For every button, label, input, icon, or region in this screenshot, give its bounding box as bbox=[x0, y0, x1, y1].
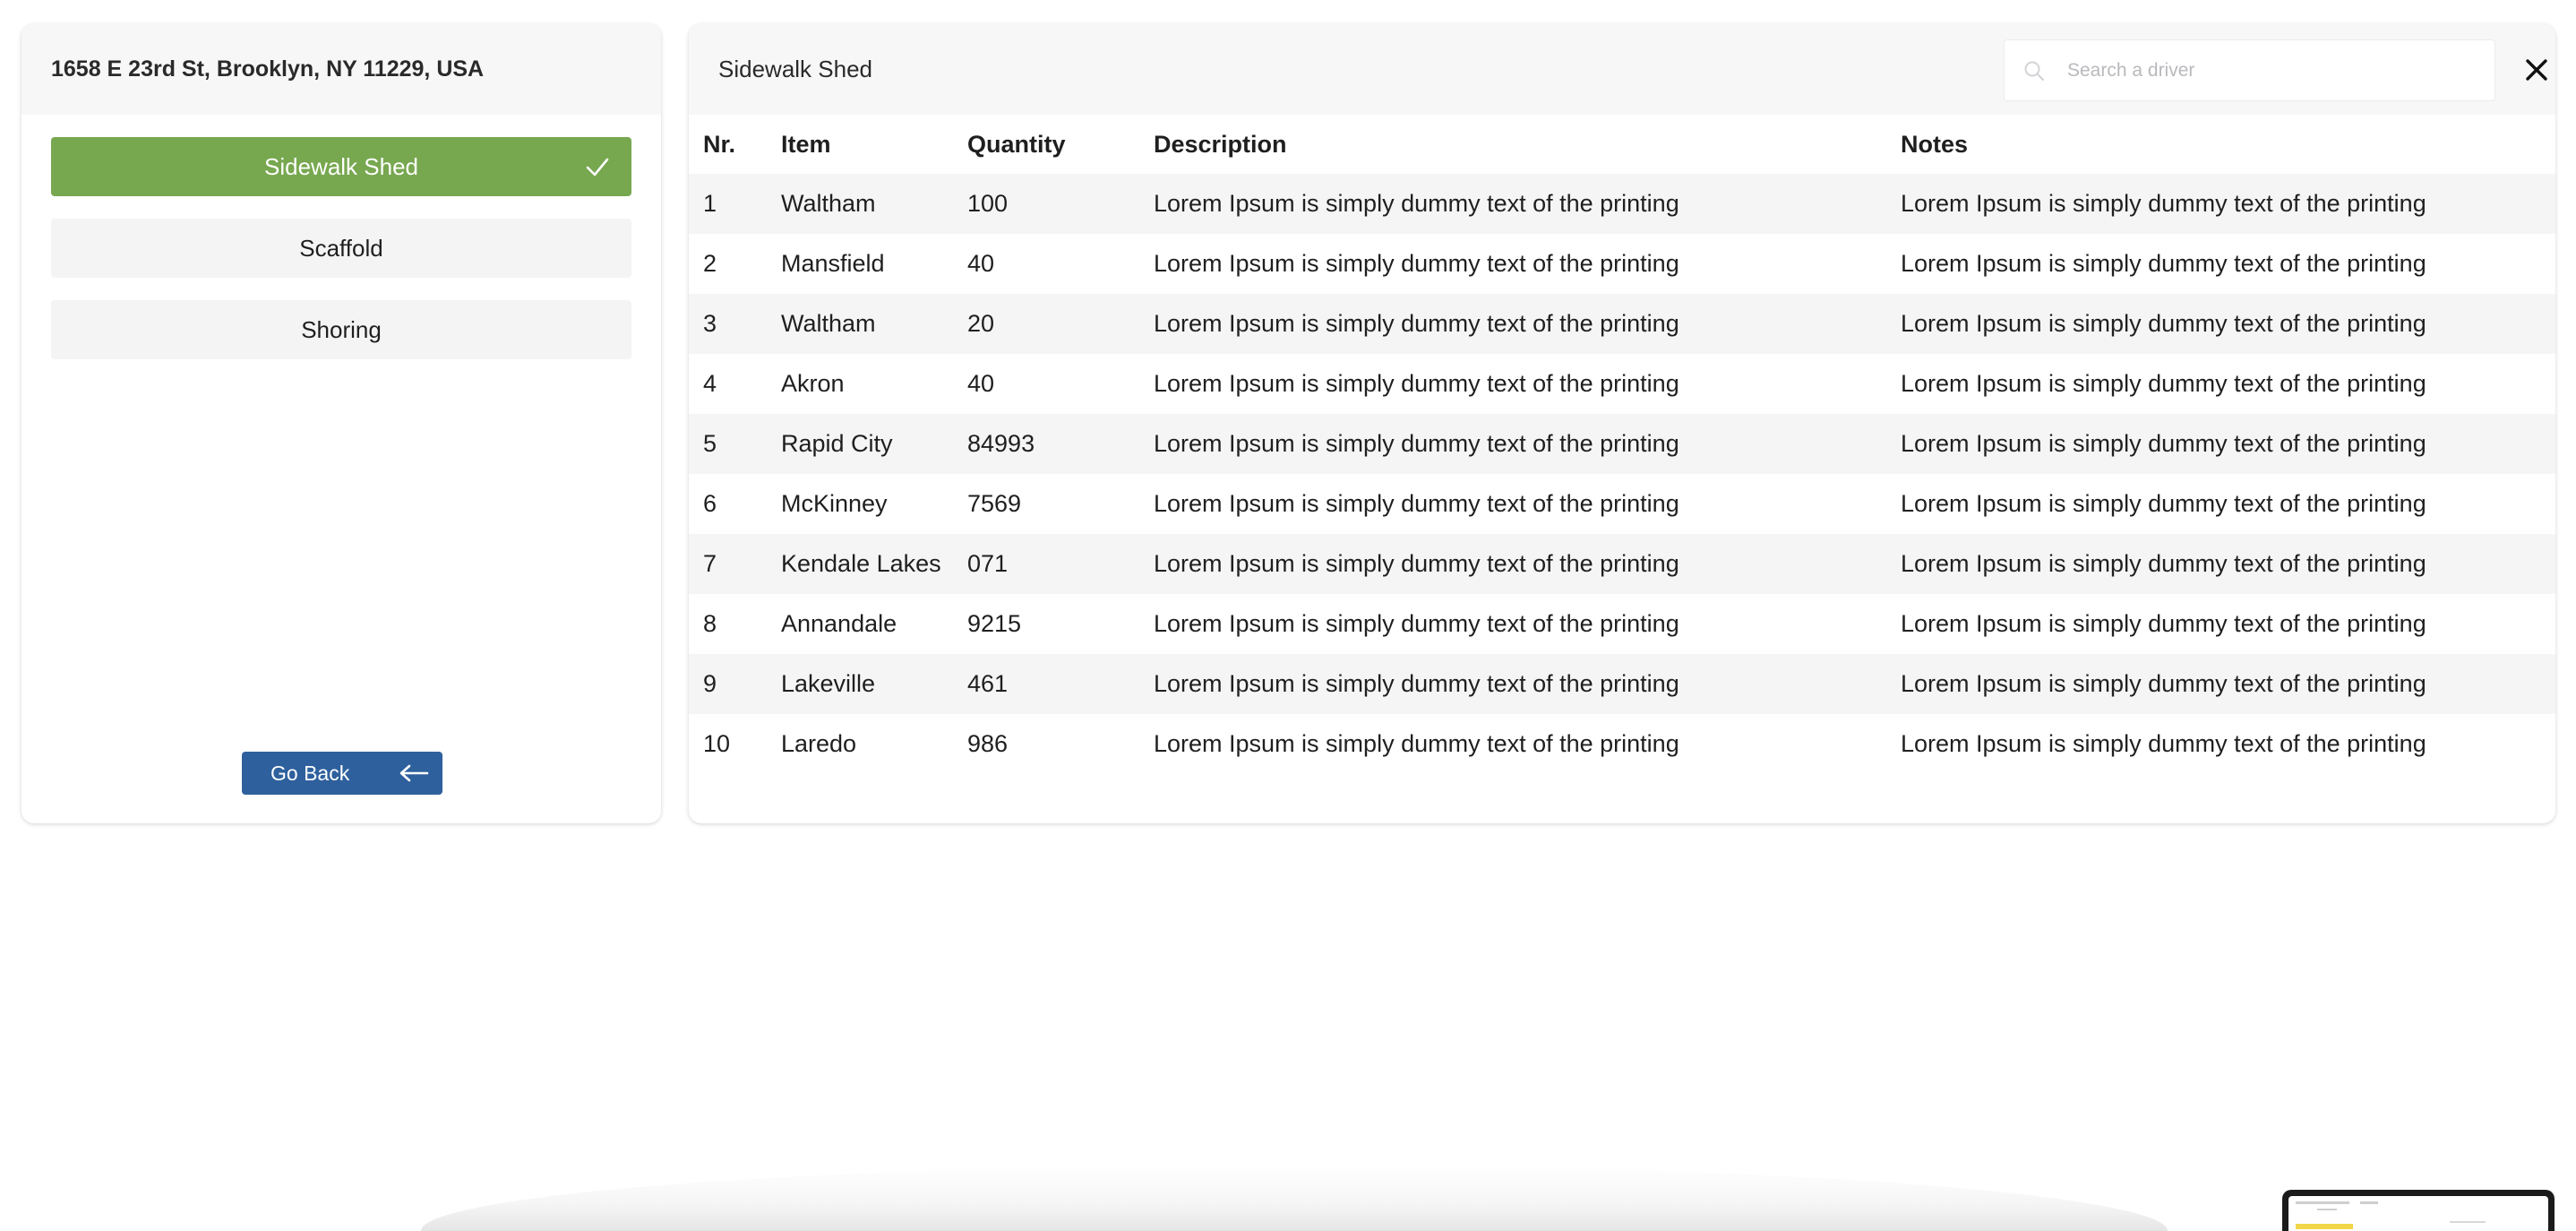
col-header-notes: Notes bbox=[1901, 130, 1969, 158]
option-scaffold[interactable]: Scaffold bbox=[51, 219, 631, 278]
col-header-description: Description bbox=[1154, 130, 1287, 158]
cell-quantity: 40 bbox=[967, 370, 995, 397]
table-row[interactable]: 8 Annandale 9215 Lorem Ipsum is simply d… bbox=[689, 594, 2555, 654]
cell-description: Lorem Ipsum is simply dummy text of the … bbox=[1154, 310, 1679, 337]
cell-description: Lorem Ipsum is simply dummy text of the … bbox=[1154, 190, 1679, 217]
cell-item: Waltham bbox=[781, 190, 876, 217]
table-body: 1 Waltham 100 Lorem Ipsum is simply dumm… bbox=[689, 174, 2555, 774]
screenshot-thumbnail[interactable] bbox=[2282, 1190, 2555, 1231]
table-row[interactable]: 7 Kendale Lakes 071 Lorem Ipsum is simpl… bbox=[689, 534, 2555, 594]
cell-quantity: 84993 bbox=[967, 430, 1035, 457]
location-panel: 1658 E 23rd St, Brooklyn, NY 11229, USA … bbox=[21, 24, 661, 823]
cell-notes: Lorem Ipsum is simply dummy text of the … bbox=[1901, 670, 2426, 697]
address-header: 1658 E 23rd St, Brooklyn, NY 11229, USA bbox=[21, 24, 661, 115]
cell-nr: 10 bbox=[703, 730, 731, 757]
items-panel: Sidewalk Shed Nr. Item Quantity Descript… bbox=[689, 24, 2555, 823]
cell-item: Laredo bbox=[781, 730, 857, 757]
cell-item: Akron bbox=[781, 370, 845, 397]
arrow-left-icon bbox=[399, 764, 429, 782]
cell-nr: 6 bbox=[703, 490, 717, 517]
cell-notes: Lorem Ipsum is simply dummy text of the … bbox=[1901, 610, 2426, 637]
go-back-button[interactable]: Go Back bbox=[242, 752, 442, 795]
cell-nr: 8 bbox=[703, 610, 717, 637]
cell-quantity: 986 bbox=[967, 730, 1009, 757]
cell-nr: 4 bbox=[703, 370, 717, 397]
cell-description: Lorem Ipsum is simply dummy text of the … bbox=[1154, 670, 1679, 697]
cell-notes: Lorem Ipsum is simply dummy text of the … bbox=[1901, 490, 2426, 517]
option-label: Shoring bbox=[301, 315, 382, 343]
cell-nr: 7 bbox=[703, 550, 717, 577]
cell-description: Lorem Ipsum is simply dummy text of the … bbox=[1154, 550, 1679, 577]
cell-description: Lorem Ipsum is simply dummy text of the … bbox=[1154, 490, 1679, 517]
panel-title: Sidewalk Shed bbox=[718, 56, 872, 82]
cell-quantity: 20 bbox=[967, 310, 995, 337]
col-header-item: Item bbox=[781, 130, 831, 158]
table-row[interactable]: 2 Mansfield 40 Lorem Ipsum is simply dum… bbox=[689, 234, 2555, 294]
cell-item: Mansfield bbox=[781, 250, 885, 277]
items-table: Nr. Item Quantity Description Notes 1 Wa… bbox=[689, 115, 2555, 774]
cell-notes: Lorem Ipsum is simply dummy text of the … bbox=[1901, 550, 2426, 577]
cell-quantity: 40 bbox=[967, 250, 995, 277]
table-row[interactable]: 10 Laredo 986 Lorem Ipsum is simply dumm… bbox=[689, 714, 2555, 774]
search-input[interactable] bbox=[2067, 59, 2479, 82]
cell-item: Kendale Lakes bbox=[781, 550, 941, 577]
cell-quantity: 071 bbox=[967, 550, 1009, 577]
cell-notes: Lorem Ipsum is simply dummy text of the … bbox=[1901, 190, 2426, 217]
cell-nr: 2 bbox=[703, 250, 717, 277]
dock-shadow bbox=[421, 1165, 2168, 1231]
cell-notes: Lorem Ipsum is simply dummy text of the … bbox=[1901, 730, 2426, 757]
table-row[interactable]: 4 Akron 40 Lorem Ipsum is simply dummy t… bbox=[689, 354, 2555, 414]
cell-notes: Lorem Ipsum is simply dummy text of the … bbox=[1901, 370, 2426, 397]
cell-description: Lorem Ipsum is simply dummy text of the … bbox=[1154, 430, 1679, 457]
option-label: Sidewalk Shed bbox=[264, 152, 418, 180]
cell-notes: Lorem Ipsum is simply dummy text of the … bbox=[1901, 310, 2426, 337]
cell-description: Lorem Ipsum is simply dummy text of the … bbox=[1154, 250, 1679, 277]
option-label: Scaffold bbox=[299, 234, 383, 262]
thumbnail-preview bbox=[2288, 1196, 2548, 1231]
cell-item: Waltham bbox=[781, 310, 876, 337]
table-row[interactable]: 9 Lakeville 461 Lorem Ipsum is simply du… bbox=[689, 654, 2555, 714]
cell-description: Lorem Ipsum is simply dummy text of the … bbox=[1154, 610, 1679, 637]
cell-nr: 1 bbox=[703, 190, 717, 217]
search-icon bbox=[2024, 61, 2044, 81]
cell-notes: Lorem Ipsum is simply dummy text of the … bbox=[1901, 250, 2426, 277]
option-sidewalk-shed[interactable]: Sidewalk Shed bbox=[51, 137, 631, 196]
cell-nr: 5 bbox=[703, 430, 717, 457]
table-row[interactable]: 3 Waltham 20 Lorem Ipsum is simply dummy… bbox=[689, 294, 2555, 354]
cell-nr: 3 bbox=[703, 310, 717, 337]
cell-item: Annandale bbox=[781, 610, 897, 637]
cell-notes: Lorem Ipsum is simply dummy text of the … bbox=[1901, 430, 2426, 457]
table-header-row: Nr. Item Quantity Description Notes bbox=[689, 115, 2555, 174]
table-row[interactable]: 6 McKinney 7569 Lorem Ipsum is simply du… bbox=[689, 474, 2555, 534]
cell-description: Lorem Ipsum is simply dummy text of the … bbox=[1154, 370, 1679, 397]
table-row[interactable]: 5 Rapid City 84993 Lorem Ipsum is simply… bbox=[689, 414, 2555, 474]
cell-quantity: 461 bbox=[967, 670, 1009, 697]
table-row[interactable]: 1 Waltham 100 Lorem Ipsum is simply dumm… bbox=[689, 174, 2555, 234]
cell-nr: 9 bbox=[703, 670, 717, 697]
items-header: Sidewalk Shed bbox=[689, 24, 2555, 115]
cell-quantity: 7569 bbox=[967, 490, 1022, 517]
cell-item: Rapid City bbox=[781, 430, 893, 457]
cell-item: Lakeville bbox=[781, 670, 876, 697]
option-shoring[interactable]: Shoring bbox=[51, 300, 631, 359]
search-box[interactable] bbox=[2004, 39, 2495, 101]
check-icon bbox=[586, 158, 609, 176]
cell-item: McKinney bbox=[781, 490, 888, 517]
col-header-nr: Nr. bbox=[703, 130, 736, 158]
go-back-label: Go Back bbox=[270, 761, 350, 785]
cell-quantity: 9215 bbox=[967, 610, 1022, 637]
col-header-quantity: Quantity bbox=[967, 130, 1066, 158]
address-text: 1658 E 23rd St, Brooklyn, NY 11229, USA bbox=[51, 56, 485, 82]
cell-quantity: 100 bbox=[967, 190, 1009, 217]
close-icon[interactable] bbox=[2520, 54, 2553, 86]
category-options: Sidewalk Shed Scaffold Shoring bbox=[21, 137, 661, 359]
cell-description: Lorem Ipsum is simply dummy text of the … bbox=[1154, 730, 1679, 757]
